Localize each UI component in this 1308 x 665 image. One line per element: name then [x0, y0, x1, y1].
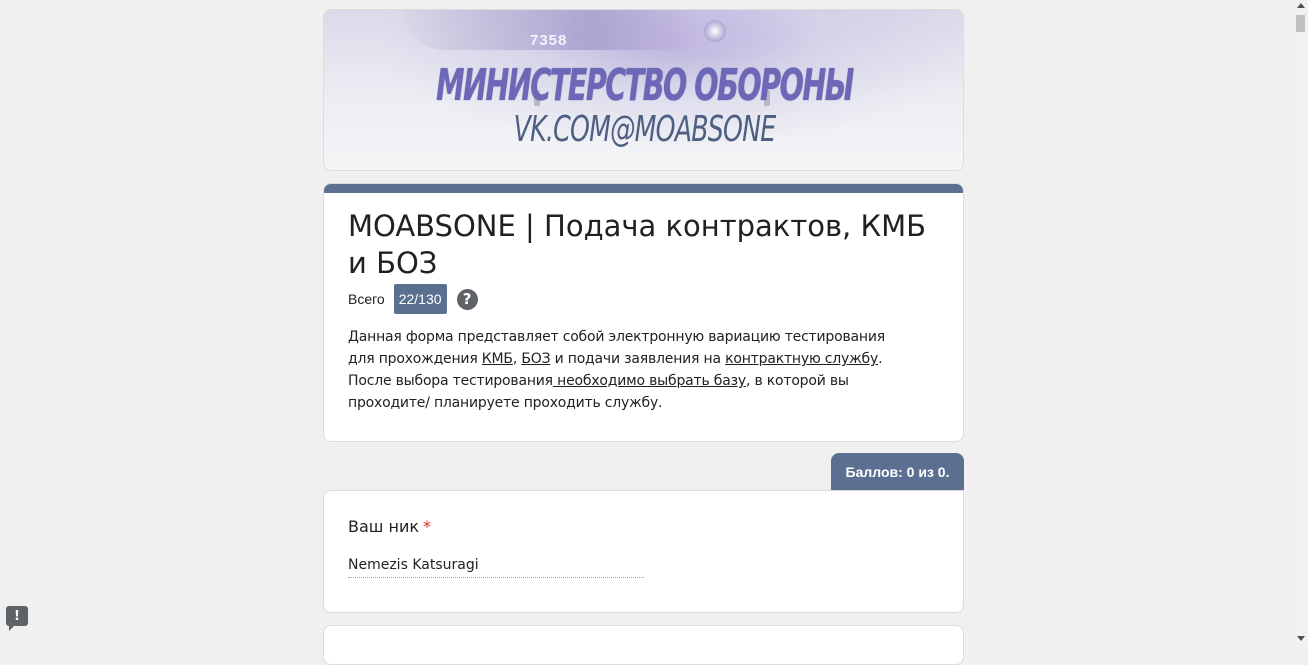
scroll-down-arrow-icon[interactable] — [1297, 636, 1305, 641]
description-text: . — [878, 351, 883, 367]
link-contract-service[interactable]: контрактную службу — [725, 351, 878, 367]
link-boz[interactable]: БОЗ — [521, 351, 550, 367]
report-icon[interactable]: ! — [6, 606, 28, 631]
scroll-up-arrow-icon[interactable] — [1297, 3, 1305, 8]
question-icon[interactable]: ? — [456, 288, 478, 310]
total-label: Всего — [348, 291, 385, 307]
form-description: Данная форма представляет собой электрон… — [348, 326, 913, 414]
link-kmb[interactable]: КМБ — [482, 351, 513, 367]
score-badge: Баллов: 0 из 0. — [831, 453, 964, 490]
required-mark: * — [423, 517, 432, 536]
question-card-nickname: Ваш ник * Nemezis Katsuragi — [323, 490, 964, 613]
question-card-next — [323, 625, 964, 665]
form-title: MOABSONE | Подача контрактов, КМБ и БОЗ — [348, 209, 926, 280]
link-choose-base[interactable]: необходимо выбрать базу — [553, 373, 746, 389]
total-badge: 22/130 — [393, 284, 447, 314]
nickname-answer: Nemezis Katsuragi — [348, 555, 644, 578]
form-title-card: MOABSONE | Подача контрактов, КМБ и БОЗ … — [323, 183, 964, 442]
helicopter-image — [404, 10, 824, 50]
question-label: Ваш ник * — [348, 517, 431, 536]
scroll-thumb[interactable] — [1296, 15, 1305, 32]
question-label-text: Ваш ник — [348, 517, 420, 536]
rotor-hub — [704, 20, 726, 42]
description-text: После выбора тестирования — [348, 373, 553, 389]
description-text: и подачи заявления на — [550, 351, 726, 367]
total-counter: Всего 22/130 ? — [348, 284, 478, 314]
header-banner: 7358 МИНИСТЕРСТВО ОБОРОНЫ VK.COM@MOABSON… — [323, 9, 964, 171]
card-accent-bar — [324, 184, 963, 193]
logo-title: МИНИСТЕРСТВО ОБОРОНЫ — [436, 60, 854, 111]
vertical-scrollbar[interactable] — [1293, 0, 1308, 644]
aircraft-number: 7358 — [530, 32, 568, 49]
logo-subtitle: VK.COM@MOABSONE — [513, 109, 777, 150]
